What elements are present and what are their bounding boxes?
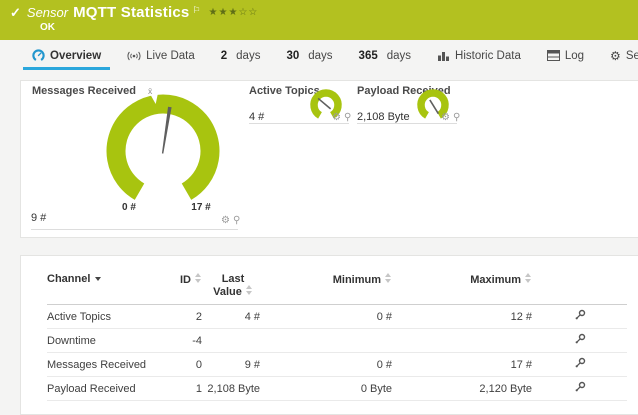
channel-settings-icon[interactable] (532, 377, 627, 401)
gauge-current-value: 4 # (249, 111, 264, 123)
channel-id: 0 (157, 353, 202, 377)
tab-2-days[interactable]: 2 days (212, 44, 270, 70)
column-header-actions (532, 265, 627, 305)
live-broadcast-icon (127, 50, 141, 62)
channel-settings-icon[interactable] (532, 305, 627, 329)
channel-maximum (392, 329, 532, 353)
channel-maximum: 17 # (392, 353, 532, 377)
object-kind-label: Sensor (27, 5, 68, 20)
sort-icon (525, 273, 532, 283)
gauge-needle (430, 100, 439, 114)
channel-last-value: 2,108 Byte (202, 377, 260, 401)
column-header-id[interactable]: ID (157, 265, 202, 305)
table-row: Active Topics 2 4 # 0 # 12 # (47, 305, 627, 329)
divider (31, 229, 238, 230)
channel-name[interactable]: Payload Received (47, 377, 157, 401)
gauge-toolbar: ⚙ ⚲ (441, 113, 460, 123)
table-header-row: Channel ID Last Value Minimum Maximum (47, 265, 627, 305)
priority-stars[interactable]: ★★★☆☆ (209, 7, 259, 18)
average-marker-label: x̄ (148, 86, 152, 96)
messages-received-gauge (101, 87, 225, 211)
status-check-icon: ✓ (10, 5, 21, 21)
channel-name[interactable]: Active Topics (47, 305, 157, 329)
sort-icon (385, 273, 392, 283)
channel-minimum: 0 # (260, 353, 392, 377)
flag-icon[interactable]: ⚐ (192, 5, 200, 16)
channel-id: 2 (157, 305, 202, 329)
channel-name[interactable]: Messages Received (47, 353, 157, 377)
channel-last-value (202, 329, 260, 353)
channel-maximum: 2,120 Byte (392, 377, 532, 401)
sort-icon (246, 285, 253, 295)
channel-settings-icon[interactable] (532, 329, 627, 353)
gauge-needle (161, 107, 172, 154)
gauge-toolbar: ⚙ ⚲ (221, 216, 240, 226)
tab-log[interactable]: Log (538, 44, 593, 70)
column-header-channel[interactable]: Channel (47, 265, 157, 305)
table-row: Messages Received 0 9 # 0 # 17 # (47, 353, 627, 377)
column-header-maximum[interactable]: Maximum (392, 265, 532, 305)
channel-minimum: 0 # (260, 305, 392, 329)
gauge-settings-icon[interactable]: ⚙ (332, 113, 341, 123)
gauge-settings-icon[interactable]: ⚙ (441, 113, 450, 123)
channel-name[interactable]: Downtime (47, 329, 157, 353)
gauge-current-value: 2,108 Byte (357, 111, 410, 123)
channels-table: Channel ID Last Value Minimum Maximum (47, 265, 627, 401)
channel-minimum (260, 329, 392, 353)
table-row: Downtime -4 (47, 329, 627, 353)
divider (357, 123, 457, 124)
gauge-current-value: 9 # (31, 212, 46, 224)
column-header-last-value[interactable]: Last Value (202, 265, 260, 305)
tab-settings[interactable]: ⚙ Settings (601, 44, 638, 70)
channel-maximum: 12 # (392, 305, 532, 329)
tab-overview[interactable]: Overview (23, 44, 110, 70)
gauge-pin-icon[interactable]: ⚲ (344, 113, 351, 123)
page-title: MQTT Statistics (73, 4, 189, 21)
tab-live-data[interactable]: Live Data (118, 44, 204, 70)
gauge-pin-icon[interactable]: ⚲ (233, 216, 240, 226)
gear-icon: ⚙ (610, 49, 621, 63)
log-table-icon (547, 50, 560, 61)
channel-settings-icon[interactable] (532, 353, 627, 377)
channels-panel: Channel ID Last Value Minimum Maximum (20, 255, 638, 415)
gauge-needle (318, 98, 330, 108)
sensor-header: ✓ Sensor MQTT Statistics ⚐ ★★★☆☆ OK (0, 0, 638, 40)
gauge-pin-icon[interactable]: ⚲ (453, 113, 460, 123)
gauges-panel: Messages Received x̄ 0 # 17 # 9 # ⚙ ⚲ Ac… (20, 80, 638, 238)
channel-last-value: 9 # (202, 353, 260, 377)
channel-last-value: 4 # (202, 305, 260, 329)
chevron-down-icon (95, 277, 101, 281)
gauge-min-label: 0 # (109, 202, 149, 213)
gauge-icon (32, 49, 45, 62)
gauge-toolbar: ⚙ ⚲ (332, 113, 351, 123)
channel-minimum: 0 Byte (260, 377, 392, 401)
tab-bar: Overview Live Data 2 days 30 days 365 da… (0, 40, 638, 70)
sort-icon (195, 273, 202, 283)
channel-id: -4 (157, 329, 202, 353)
gauge-settings-icon[interactable]: ⚙ (221, 216, 230, 226)
tab-historic-data[interactable]: Historic Data (428, 44, 530, 70)
tab-365-days[interactable]: 365 days (350, 44, 420, 70)
channel-id: 1 (157, 377, 202, 401)
gauge-max-label: 17 # (181, 202, 221, 213)
tab-30-days[interactable]: 30 days (277, 44, 341, 70)
column-header-minimum[interactable]: Minimum (260, 265, 392, 305)
table-row: Payload Received 1 2,108 Byte 0 Byte 2,1… (47, 377, 627, 401)
status-badge: OK (40, 22, 628, 33)
divider (249, 123, 349, 124)
bar-chart-icon (437, 50, 450, 62)
